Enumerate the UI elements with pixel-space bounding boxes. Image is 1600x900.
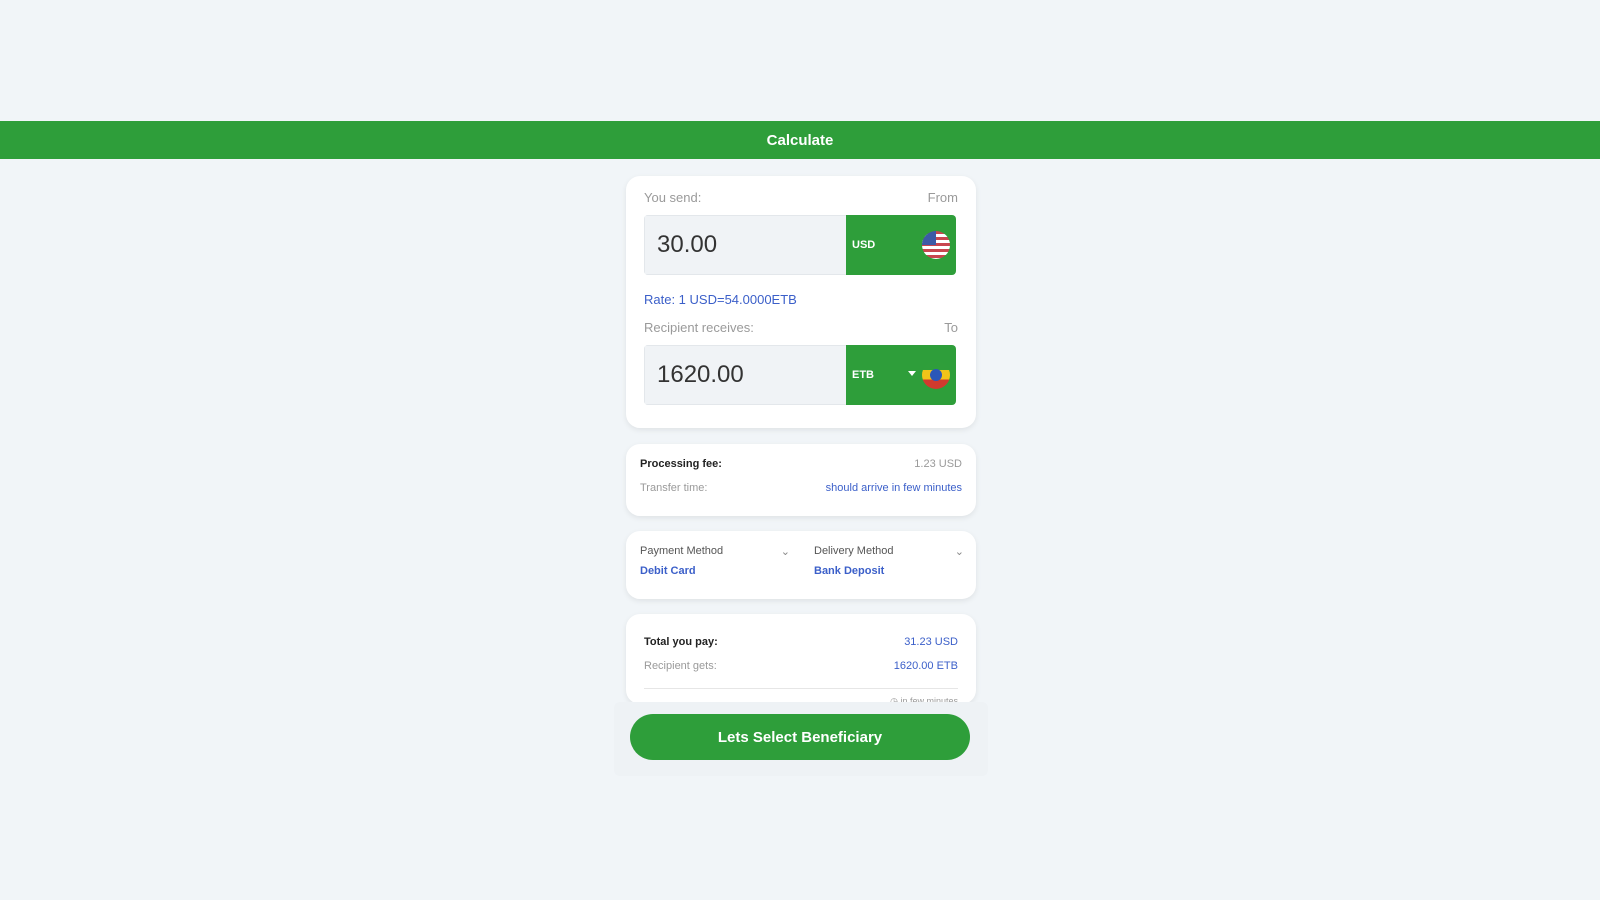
total-pay-row: Total you pay: 31.23 USD xyxy=(644,636,958,648)
delivery-method-value: Bank Deposit xyxy=(814,565,885,577)
send-currency-code: USD xyxy=(852,239,876,251)
send-currency-selector[interactable]: USD xyxy=(846,215,956,275)
calculate-header: Calculate xyxy=(0,121,1600,159)
receive-amount-group: 1620.00 ETB xyxy=(644,345,956,405)
receive-label-row: Recipient receives: To xyxy=(644,320,958,335)
select-beneficiary-button[interactable]: Lets Select Beneficiary xyxy=(630,714,970,760)
send-amount-group: 30.00 USD xyxy=(644,215,956,275)
transfer-time-row: Transfer time: should arrive in few minu… xyxy=(640,482,962,494)
to-label: To xyxy=(944,320,958,335)
totals-card: Total you pay: 31.23 USD Recipient gets:… xyxy=(626,614,976,704)
cta-container: Lets Select Beneficiary xyxy=(614,702,988,776)
recipient-gets-row: Recipient gets: 1620.00 ETB xyxy=(644,660,958,672)
payment-method-label: Payment Method xyxy=(640,545,724,557)
delivery-method-label: Delivery Method xyxy=(814,545,894,557)
divider xyxy=(644,688,958,689)
recipient-gets-value: 1620.00 ETB xyxy=(893,660,958,672)
total-pay-value: 31.23 USD xyxy=(904,636,958,648)
receive-amount-input[interactable]: 1620.00 xyxy=(644,345,846,405)
delivery-method-selector[interactable]: Delivery Method ⌄ Bank Deposit xyxy=(814,545,964,577)
you-send-label: You send: xyxy=(644,190,702,205)
transfer-time-label: Transfer time: xyxy=(640,482,708,494)
payment-method-value: Debit Card xyxy=(640,565,696,577)
send-label-row: You send: From xyxy=(644,190,958,205)
recipient-receives-label: Recipient receives: xyxy=(644,320,754,335)
processing-fee-label: Processing fee: xyxy=(640,458,722,470)
page-title: Calculate xyxy=(766,131,834,149)
processing-fee-value: 1.23 USD xyxy=(914,458,962,470)
caret-down-icon xyxy=(908,371,916,376)
recipient-gets-label: Recipient gets: xyxy=(644,660,717,672)
transfer-time-value: should arrive in few minutes xyxy=(825,482,962,494)
exchange-card: You send: From 30.00 USD Rate: 1 USD=54.… xyxy=(626,176,976,428)
chevron-down-icon: ⌄ xyxy=(780,546,790,558)
fee-card: Processing fee: 1.23 USD Transfer time: … xyxy=(626,444,976,516)
exchange-rate: Rate: 1 USD=54.0000ETB xyxy=(644,292,797,307)
total-pay-label: Total you pay: xyxy=(644,636,718,648)
ethiopia-flag-icon xyxy=(922,361,950,389)
us-flag-icon xyxy=(922,231,950,259)
payment-method-selector[interactable]: Payment Method ⌄ Debit Card xyxy=(640,545,790,577)
send-amount-input[interactable]: 30.00 xyxy=(644,215,846,275)
methods-card: Payment Method ⌄ Debit Card Delivery Met… xyxy=(626,531,976,599)
from-label: From xyxy=(927,190,958,205)
chevron-down-icon: ⌄ xyxy=(954,546,964,558)
processing-fee-row: Processing fee: 1.23 USD xyxy=(640,458,962,470)
receive-currency-selector[interactable]: ETB xyxy=(846,345,956,405)
